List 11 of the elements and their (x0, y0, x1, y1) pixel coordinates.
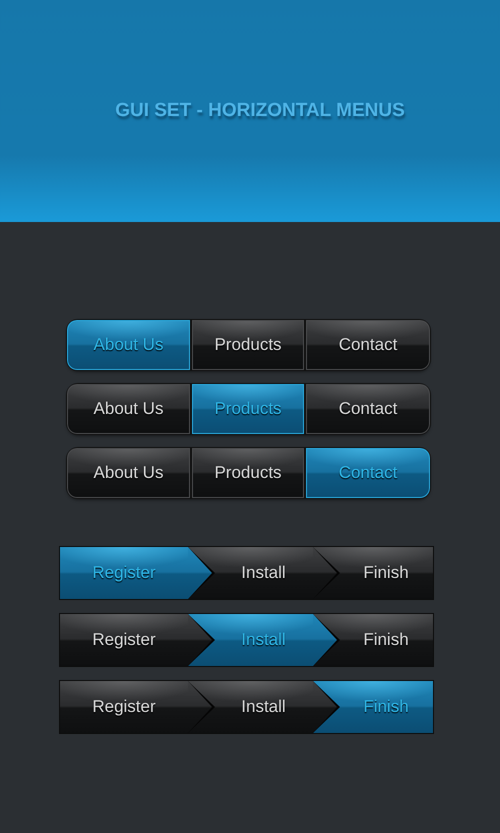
menu-tab[interactable]: About Us (67, 448, 190, 498)
menu-tab[interactable]: Products (192, 448, 304, 498)
menu-tab[interactable]: About Us (67, 384, 190, 434)
step-tab[interactable]: Install (188, 547, 313, 599)
page-title: GUI SET - HORIZONTAL MENUS (115, 100, 405, 122)
menu-tab[interactable]: Contact (306, 320, 430, 370)
step-tab[interactable]: Install (188, 681, 313, 733)
menu-tab[interactable]: Products (192, 320, 304, 370)
menu-tab[interactable]: Contact (306, 384, 430, 434)
step-tab[interactable]: Finish (313, 614, 433, 666)
step-tab[interactable]: Finish (313, 547, 433, 599)
